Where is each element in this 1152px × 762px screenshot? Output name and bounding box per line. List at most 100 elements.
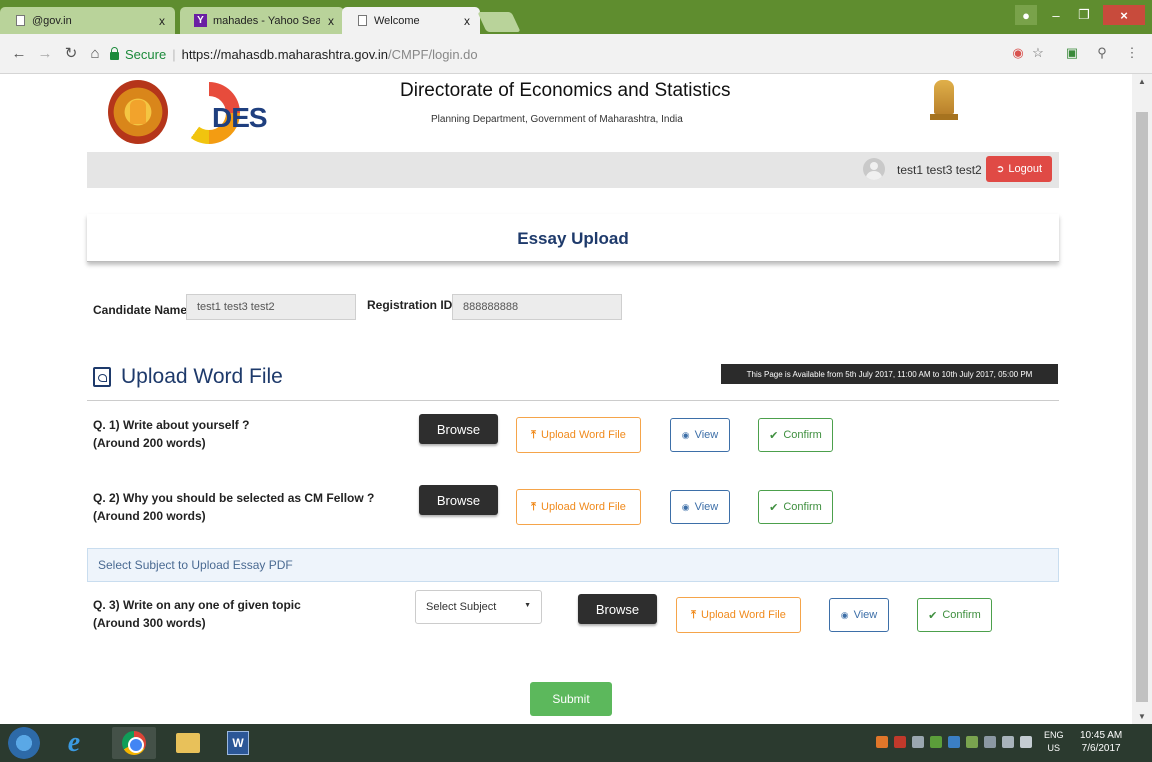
tab-close-icon[interactable]: x xyxy=(328,14,334,28)
yahoo-icon: Y xyxy=(194,14,207,27)
tray-shield-icon[interactable] xyxy=(894,736,906,748)
avatar xyxy=(863,158,885,180)
tab-gov[interactable]: @gov.in x xyxy=(0,7,175,34)
page-title: Essay Upload xyxy=(517,229,629,248)
question-word-limit: (Around 200 words) xyxy=(93,436,206,450)
tray-app-icon[interactable] xyxy=(984,736,996,748)
tray-app-icon[interactable] xyxy=(966,736,978,748)
tab-title: @gov.in xyxy=(32,14,72,27)
view-label: View xyxy=(694,501,719,513)
upload-icon: ⤒ xyxy=(691,608,697,621)
start-button[interactable] xyxy=(8,727,40,759)
tab-title: mahades - Yahoo Search xyxy=(213,14,320,27)
view-button-q1[interactable]: ◉ View xyxy=(670,418,730,452)
url-host: https://mahasdb.maharashtra.gov.in xyxy=(181,46,389,62)
tray-app-icon[interactable] xyxy=(948,736,960,748)
check-icon: ✔ xyxy=(769,501,779,514)
question-word-limit: (Around 200 words) xyxy=(93,509,206,523)
confirm-button-q3[interactable]: ✔ Confirm xyxy=(917,598,992,632)
restore-icon[interactable]: ❐ xyxy=(1070,5,1098,25)
clock-date: 7/6/2017 xyxy=(1081,743,1121,754)
subject-section-header: Select Subject to Upload Essay PDF xyxy=(87,548,1059,582)
check-icon: ✔ xyxy=(769,429,779,442)
question-word-limit: (Around 300 words) xyxy=(93,616,206,630)
language-code: ENG xyxy=(1044,730,1064,740)
tray-app-icon[interactable] xyxy=(876,736,888,748)
bookmark-star-icon[interactable]: ☆ xyxy=(1030,45,1046,61)
lock-icon xyxy=(110,47,119,60)
page-icon xyxy=(14,15,26,27)
close-window-icon[interactable]: × xyxy=(1103,5,1145,25)
new-tab-button[interactable] xyxy=(477,12,521,32)
tray-network-icon[interactable] xyxy=(930,736,942,748)
page-viewport: DES Directorate of Economics and Statist… xyxy=(0,74,1132,724)
candidate-name-label: Candidate Name xyxy=(93,303,188,317)
page-icon xyxy=(356,15,368,27)
eye-icon: ◉ xyxy=(840,609,849,620)
upload-word-file-button-q2[interactable]: ⤒ Upload Word File xyxy=(516,489,641,525)
question-text: Q. 3) Write on any one of given topic xyxy=(93,598,301,612)
clock[interactable]: 10:45 AM 7/6/2017 xyxy=(1080,729,1122,755)
page-header-title: Directorate of Economics and Statistics xyxy=(400,80,731,101)
upload-label: Upload Word File xyxy=(701,609,786,621)
home-icon[interactable]: ⌂ xyxy=(86,44,104,62)
chrome-icon[interactable] xyxy=(112,727,156,759)
eye-icon: ◉ xyxy=(681,429,690,440)
extension-icon[interactable]: ▣ xyxy=(1064,45,1080,61)
browse-button-q2[interactable]: Browse xyxy=(419,485,498,515)
subject-select[interactable]: Select Subject ▼ xyxy=(415,590,542,624)
tray-speaker-icon[interactable] xyxy=(1020,736,1032,748)
upload-label: Upload Word File xyxy=(541,501,626,513)
upload-word-file-button-q1[interactable]: ⤒ Upload Word File xyxy=(516,417,641,453)
subject-select-value: Select Subject xyxy=(426,601,497,613)
view-button-q2[interactable]: ◉ View xyxy=(670,490,730,524)
browse-button-q1[interactable]: Browse xyxy=(419,414,498,444)
divider: | xyxy=(172,46,176,62)
windows-taskbar: e W ENG US 10:45 AM 7/6/2017 xyxy=(0,724,1152,762)
page-scrollbar[interactable]: ▲ ▼ xyxy=(1132,74,1152,724)
confirm-label: Confirm xyxy=(783,429,822,441)
tab-close-icon[interactable]: x xyxy=(464,14,470,28)
extension-pin-icon[interactable]: ⚲ xyxy=(1094,45,1110,61)
scroll-thumb[interactable] xyxy=(1136,112,1148,702)
tab-close-icon[interactable]: x xyxy=(159,14,165,28)
tray-flag-icon[interactable] xyxy=(1002,736,1014,748)
site-settings-icon[interactable]: ◉ xyxy=(1010,45,1026,61)
confirm-button-q1[interactable]: ✔ Confirm xyxy=(758,418,833,452)
menu-icon[interactable]: ⋮ xyxy=(1124,45,1140,61)
language-indicator[interactable]: ENG US xyxy=(1044,729,1064,755)
language-region: US xyxy=(1047,743,1061,753)
upload-icon: ⤒ xyxy=(531,500,537,513)
scroll-down-icon[interactable]: ▼ xyxy=(1138,712,1146,721)
reload-icon[interactable]: ↻ xyxy=(62,44,80,62)
system-tray xyxy=(876,736,1032,750)
minimize-icon[interactable]: – xyxy=(1042,5,1070,25)
scroll-up-icon[interactable]: ▲ xyxy=(1138,77,1146,86)
secure-label: Secure xyxy=(125,46,167,62)
browser-toolbar: ← → ↻ ⌂ Secure | https://mahasdb.maharas… xyxy=(0,34,1152,74)
profile-icon[interactable]: ● xyxy=(1015,5,1037,25)
view-button-q3[interactable]: ◉ View xyxy=(829,598,889,632)
question-3: Q. 3) Write on any one of given topic (A… xyxy=(93,596,301,632)
tab-yahoo[interactable]: Y mahades - Yahoo Search x xyxy=(180,7,344,34)
divider xyxy=(87,400,1059,401)
logout-button[interactable]: ➲ Logout xyxy=(986,156,1052,182)
browse-button-q3[interactable]: Browse xyxy=(578,594,657,624)
confirm-button-q2[interactable]: ✔ Confirm xyxy=(758,490,833,524)
upload-word-file-button-q3[interactable]: ⤒ Upload Word File xyxy=(676,597,801,633)
tray-volume-icon[interactable] xyxy=(912,736,924,748)
browser-titlebar: @gov.in x Y mahades - Yahoo Search x Wel… xyxy=(0,0,1152,34)
maharashtra-seal-logo xyxy=(108,80,168,144)
candidate-name-field: test1 test3 test2 xyxy=(186,294,356,320)
des-logo-text: DES xyxy=(212,102,268,133)
forward-icon[interactable]: → xyxy=(36,44,54,62)
file-explorer-icon[interactable] xyxy=(166,727,210,759)
submit-button[interactable]: Submit xyxy=(530,682,612,716)
word-icon[interactable]: W xyxy=(216,727,260,759)
logout-label: Logout xyxy=(1008,163,1043,175)
internet-explorer-icon[interactable]: e xyxy=(52,727,96,759)
logout-icon: ➲ xyxy=(995,163,1005,175)
address-bar[interactable]: Secure | https://mahasdb.maharashtra.gov… xyxy=(110,41,1000,67)
back-icon[interactable]: ← xyxy=(10,44,28,62)
tab-welcome[interactable]: Welcome x xyxy=(342,7,480,34)
